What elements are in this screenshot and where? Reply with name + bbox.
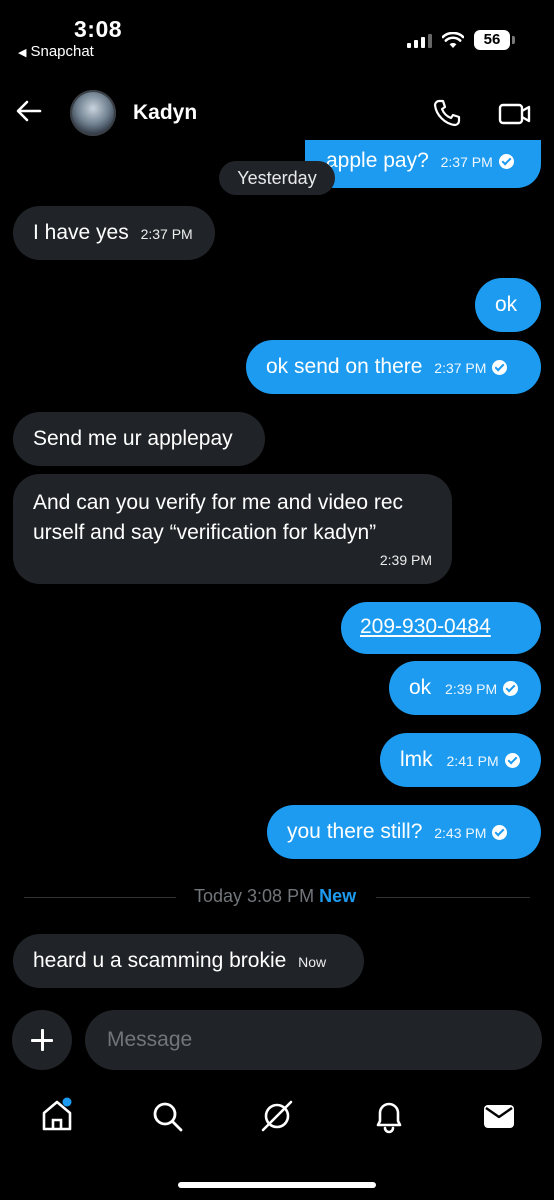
message-text: you there still? (287, 820, 423, 843)
message-text: heard u a scamming brokie (33, 949, 287, 972)
message-bubble-received[interactable]: And can you verify for me and video rec … (13, 474, 452, 584)
message-bubble-received[interactable]: Send me ur applepay (13, 412, 265, 466)
message-text-line: And can you verify for me and video rec (33, 491, 404, 514)
read-check-icon (492, 360, 508, 375)
phone-icon[interactable] (432, 98, 462, 128)
message-bubble-received[interactable]: heard u a scamming brokie Now (13, 934, 364, 988)
home-icon[interactable] (38, 1097, 76, 1135)
message-bubble-sent[interactable]: apple pay? 2:37 PM (305, 140, 541, 188)
divider-line-left (24, 897, 176, 898)
back-app-label: Snapchat (30, 43, 94, 60)
message-text-line: urself and say “verification for kadyn” (33, 521, 377, 544)
message-time: 2:43 PM (434, 825, 487, 841)
message-time: 2:41 PM (446, 753, 499, 769)
back-arrow-icon[interactable] (14, 96, 44, 126)
back-triangle-icon: ◀ (18, 47, 27, 59)
read-check-icon (504, 753, 520, 768)
wifi-icon (442, 31, 464, 48)
message-text: ok send on there (266, 355, 423, 378)
message-time: 2:37 PM (140, 226, 193, 242)
status-bar: 3:08 ◀ Snapchat 56 (0, 0, 554, 70)
new-messages-separator: Today 3:08 PM New (194, 886, 356, 907)
search-icon[interactable] (148, 1097, 186, 1135)
avatar[interactable] (70, 90, 116, 136)
today-timestamp: Today 3:08 PM (194, 886, 315, 906)
message-text: apple pay? (326, 149, 429, 172)
back-to-app-link[interactable]: ◀ Snapchat (18, 43, 94, 60)
divider-line-right (376, 897, 530, 898)
read-check-icon (503, 681, 519, 696)
notifications-bell-icon[interactable] (370, 1097, 408, 1135)
messages-envelope-icon[interactable] (480, 1097, 518, 1135)
message-bubble-sent[interactable]: ok (475, 278, 541, 332)
message-time: 2:39 PM (445, 681, 498, 697)
message-text: Send me ur applepay (33, 427, 233, 450)
message-bubble-sent[interactable]: 209-930-0484 (341, 602, 541, 654)
message-time: Now (298, 954, 327, 970)
message-bubble-sent[interactable]: ok send on there 2:37 PM (246, 340, 541, 394)
message-bubble-sent[interactable]: lmk 2:41 PM (380, 733, 541, 787)
message-text: I have yes (33, 221, 129, 244)
message-input[interactable] (85, 1010, 542, 1070)
cellular-signal-icon (407, 32, 432, 48)
battery-indicator: 56 (474, 30, 515, 50)
home-indicator[interactable] (178, 1182, 376, 1188)
read-check-icon (498, 154, 514, 169)
message-bubble-sent[interactable]: you there still? 2:43 PM (267, 805, 541, 859)
message-bubble-received[interactable]: I have yes 2:37 PM (13, 206, 215, 260)
message-text: lmk (400, 748, 433, 771)
message-bubble-sent[interactable]: ok 2:39 PM (389, 661, 541, 715)
video-call-icon[interactable] (498, 100, 532, 128)
date-separator-yesterday: Yesterday (219, 161, 335, 195)
message-time: 2:37 PM (434, 360, 487, 376)
grok-icon[interactable] (258, 1097, 296, 1135)
attach-plus-button[interactable] (12, 1010, 72, 1070)
notification-dot-icon (62, 1097, 72, 1107)
status-time: 3:08 (74, 16, 123, 42)
phone-number-link[interactable]: 209-930-0484 (360, 615, 491, 638)
new-badge: New (319, 886, 357, 906)
contact-name[interactable]: Kadyn (133, 101, 197, 125)
message-text: ok (409, 676, 432, 699)
message-time: 2:39 PM (379, 552, 432, 568)
message-time: 2:37 PM (440, 154, 493, 170)
read-check-icon (492, 825, 508, 840)
message-text: ok (495, 293, 518, 316)
